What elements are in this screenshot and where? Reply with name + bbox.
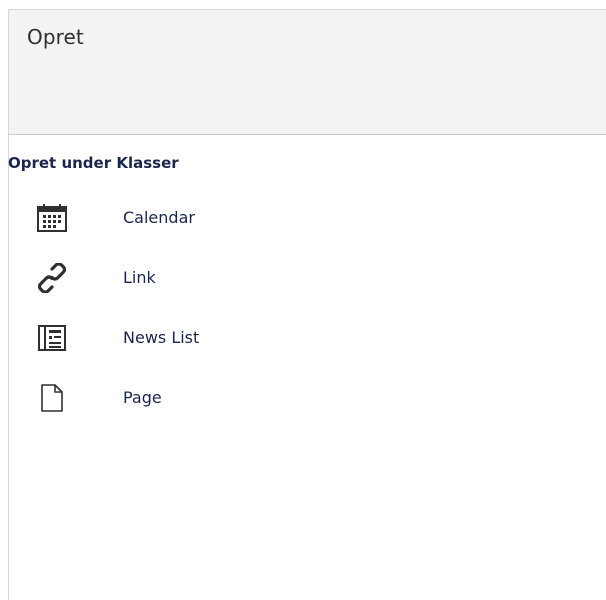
page-icon: [32, 378, 72, 418]
menu-item-page[interactable]: Page: [8, 370, 568, 430]
news-list-icon: [32, 318, 72, 358]
panel-title: Opret: [27, 25, 84, 49]
menu-item-label: Calendar: [123, 208, 195, 227]
section-title: Opret under Klasser: [8, 154, 179, 172]
menu-item-label: Page: [123, 388, 162, 407]
calendar-icon: [32, 198, 72, 238]
menu-item-label: Link: [123, 268, 156, 287]
menu-item-calendar[interactable]: Calendar: [8, 190, 568, 250]
menu-item-news-list[interactable]: News List: [8, 310, 568, 370]
menu-item-label: News List: [123, 328, 200, 347]
create-menu-list: Calendar Link News List Page: [8, 190, 568, 430]
link-icon: [32, 258, 72, 298]
panel-header: Opret: [9, 10, 606, 135]
menu-item-link[interactable]: Link: [8, 250, 568, 310]
top-strip: [0, 0, 606, 9]
